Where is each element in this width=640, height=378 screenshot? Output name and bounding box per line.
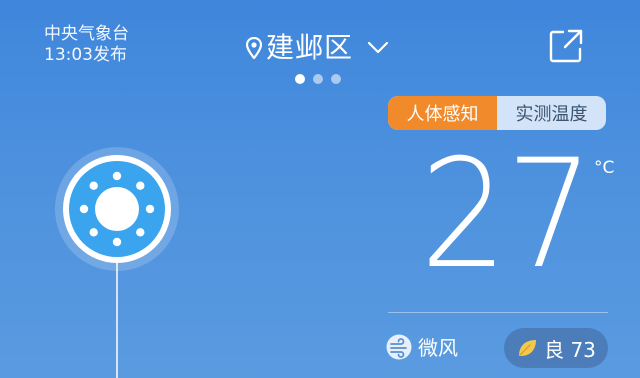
source-name: 中央气象台 <box>44 24 129 44</box>
page-dot <box>313 74 323 84</box>
temperature-unit: °C <box>594 158 615 178</box>
mode-measured-button[interactable]: 实测温度 <box>497 96 606 130</box>
location-pin-icon <box>246 37 262 59</box>
air-quality-label: 良 73 <box>544 337 596 362</box>
page-indicator <box>295 74 341 84</box>
wind-label: 微风 <box>418 336 458 360</box>
temperature-mode-toggle: 人体感知 实测温度 <box>388 96 606 130</box>
city-name: 建邺区 <box>266 31 354 64</box>
wind-icon <box>386 334 412 359</box>
source-info: 中央气象台 13:03发布 <box>44 24 129 66</box>
forecast-timeline-line <box>116 262 118 378</box>
location-selector[interactable]: 建邺区 <box>246 30 389 66</box>
current-temperature: 27 <box>420 128 594 302</box>
share-icon[interactable] <box>548 28 584 64</box>
page-dot <box>331 74 341 84</box>
chevron-down-icon[interactable] <box>367 41 389 55</box>
divider <box>388 312 608 313</box>
sunny-icon <box>55 147 179 271</box>
page-dot <box>295 74 305 84</box>
air-quality-badge[interactable]: 良 73 <box>504 328 608 368</box>
leaf-icon <box>519 340 537 356</box>
wind-info: 微风 <box>386 332 458 361</box>
publish-time: 13:03发布 <box>44 45 127 65</box>
mode-feels-like-button[interactable]: 人体感知 <box>388 96 497 130</box>
